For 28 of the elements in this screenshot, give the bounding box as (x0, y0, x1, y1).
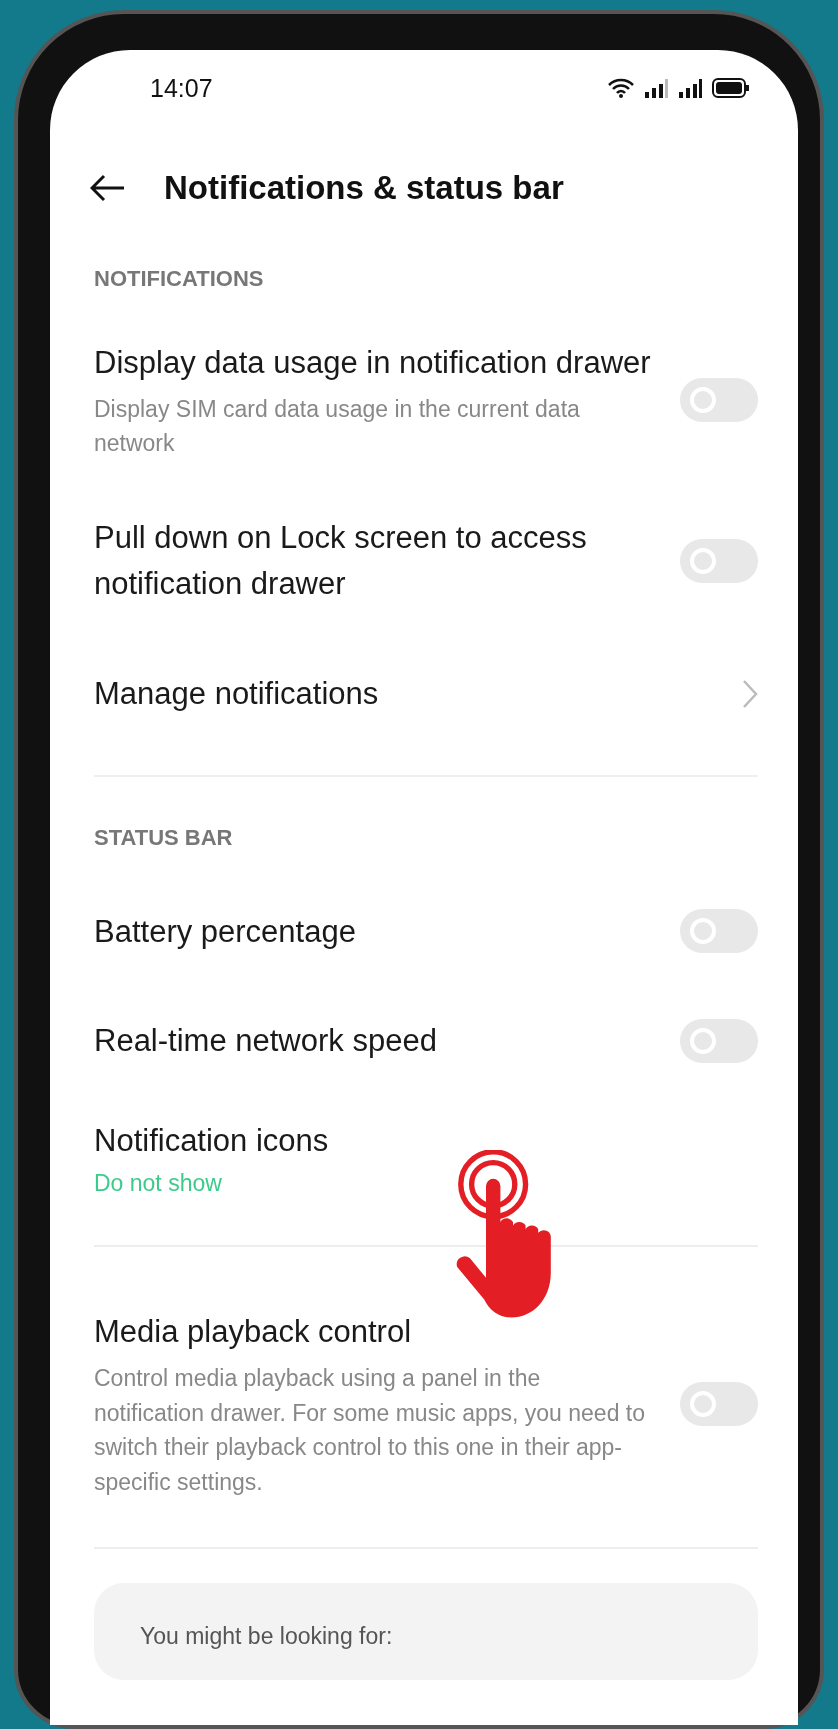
setting-title: Media playback control (94, 1313, 413, 1352)
signal-icon (678, 78, 702, 98)
settings-row[interactable]: Real-time network speed (94, 986, 758, 1097)
settings-row[interactable]: Media playback control Control media playback using a panel in the notification drawer. For some music apps, you need to switch their playback control to this one in their app-specific settings. (94, 1287, 758, 1521)
settings-row[interactable]: Notification icons Do not show (94, 1096, 758, 1220)
setting-title: Manage notifications (94, 674, 380, 713)
signal-icon (644, 78, 668, 98)
setting-description: Display SIM card data usage in the current data network (94, 394, 581, 459)
setting-title: Notification icons (94, 1122, 330, 1161)
setting-title: Real-time network speed (94, 1022, 438, 1061)
settings-row[interactable]: Manage notifications (94, 638, 758, 749)
setting-title: Battery percentage (94, 912, 357, 951)
chevron-icon (742, 678, 758, 709)
settings-row[interactable]: Display data usage in notification drawer Display SIM card data usage in the current data network (94, 318, 758, 483)
status-time: 14:07 (150, 73, 213, 103)
suggestion-heading: You might be looking for: (140, 1623, 393, 1649)
page-title: Notifications & status bar (164, 169, 564, 207)
back-arrow-icon[interactable] (90, 174, 126, 202)
setting-value: Do not show (94, 1170, 223, 1198)
setting-title: Pull down on Lock screen to access notification drawer (94, 518, 588, 603)
section-heading: STATUS BAR (94, 823, 234, 852)
wifi-icon (608, 78, 634, 98)
setting-description: Control media playback using a panel in the notification drawer. For some music apps, you need to switch their playback control to this one in their app-specific settings. (94, 1364, 646, 1497)
section-heading: NOTIFICATIONS (94, 265, 265, 293)
settings-row[interactable]: Battery percentage (94, 876, 758, 987)
settings-row[interactable]: Pull down on Lock screen to access notification drawer (94, 482, 758, 639)
battery-icon (712, 78, 750, 98)
setting-title: Display data usage in notification drawer (94, 344, 652, 382)
